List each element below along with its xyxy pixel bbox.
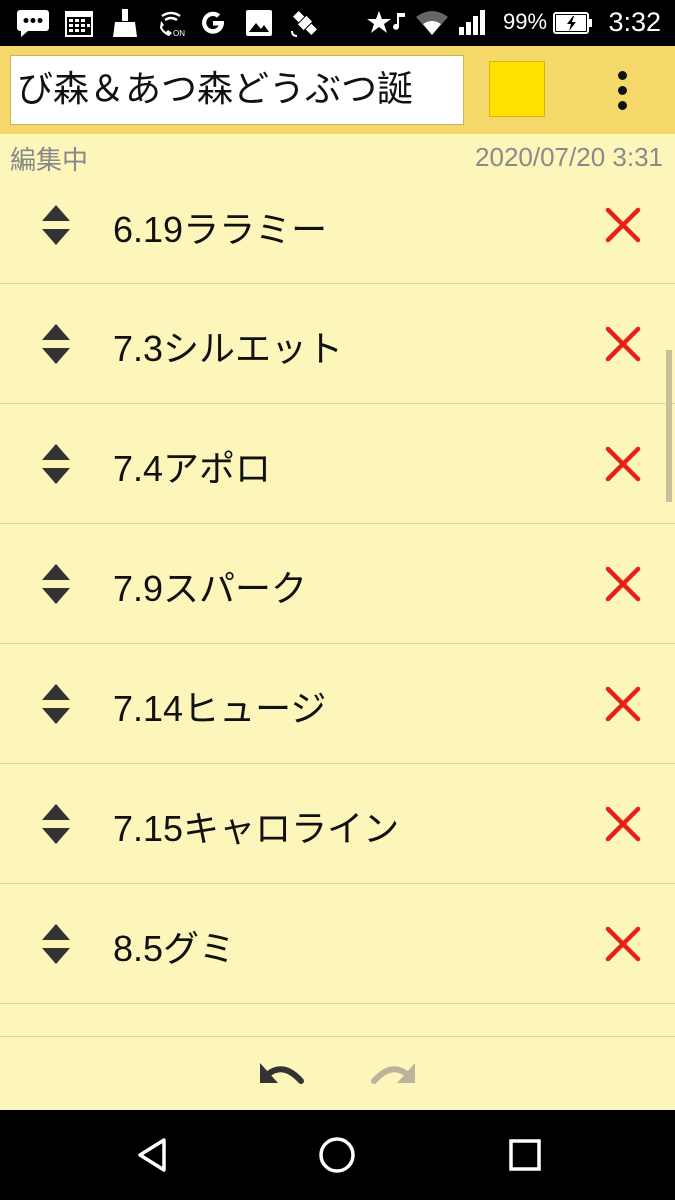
home-button[interactable]: [312, 1130, 362, 1180]
back-icon: [138, 1138, 166, 1172]
list-item[interactable]: [0, 1004, 675, 1035]
undo-button[interactable]: [257, 1057, 309, 1091]
list-item[interactable]: 7.14ヒュージ: [0, 644, 675, 764]
list-item[interactable]: 7.15キャロライン: [0, 764, 675, 884]
list-item[interactable]: 7.4アポロ: [0, 404, 675, 524]
delete-icon[interactable]: [603, 324, 643, 364]
item-number: 7.4: [113, 448, 164, 489]
drag-handle-icon[interactable]: [38, 442, 74, 486]
delete-icon[interactable]: [603, 205, 643, 245]
item-number: 7.3: [113, 328, 164, 369]
action-bar: [0, 1036, 675, 1110]
item-number: 6.19: [113, 209, 184, 250]
undo-icon: [260, 1063, 304, 1084]
drag-handle-icon[interactable]: [38, 922, 74, 966]
navigation-bar: [0, 1110, 675, 1200]
battery-percentage: 99%: [503, 9, 548, 34]
item-name: ヒュージ: [183, 689, 327, 730]
chat-icon: [14, 6, 52, 40]
satellite-icon: [288, 6, 322, 40]
list-item[interactable]: 6.19ララミー: [0, 165, 675, 284]
item-name: ララミー: [183, 210, 328, 251]
delete-icon[interactable]: [603, 924, 643, 964]
cleaner-icon: [110, 6, 140, 40]
recents-icon: [509, 1139, 541, 1171]
color-swatch-button[interactable]: [489, 61, 545, 117]
drag-handle-icon[interactable]: [38, 322, 74, 366]
wifi-calling-icon: ON: [156, 6, 186, 40]
more-vert-icon-dot: [617, 85, 627, 95]
calendar-icon: [62, 6, 96, 40]
delete-icon[interactable]: [603, 564, 643, 604]
delete-icon[interactable]: [603, 444, 643, 484]
back-button[interactable]: [128, 1130, 178, 1180]
status-bar: ON 99% 3:32: [0, 0, 675, 46]
svg-text:ON: ON: [173, 29, 185, 38]
item-number: 8.5: [113, 928, 164, 969]
item-label[interactable]: 7.9スパーク: [113, 560, 307, 612]
toolbar: び森＆あつ森どうぶつ誕: [0, 46, 675, 134]
delete-icon[interactable]: [603, 684, 643, 724]
google-icon: [198, 6, 228, 40]
signal-icon: [456, 6, 488, 40]
redo-icon: [371, 1063, 415, 1084]
item-name: スパーク: [163, 569, 308, 610]
item-name: アポロ: [163, 449, 272, 490]
more-vert-icon-dot: [617, 100, 627, 110]
list-item[interactable]: 7.3シルエット: [0, 284, 675, 404]
item-list[interactable]: 6.19ララミー 7.3シルエット 7.4アポロ 7.9スパーク 7.14ヒュージ 7.1…: [0, 165, 675, 1035]
more-options-button[interactable]: [598, 60, 646, 120]
item-label[interactable]: 6.19ララミー: [113, 201, 327, 253]
drag-handle-icon[interactable]: [38, 203, 74, 247]
clock: 3:32: [608, 7, 661, 37]
item-number: 7.9: [113, 568, 164, 609]
drag-handle-icon[interactable]: [38, 682, 74, 726]
item-name: キャロライン: [183, 809, 400, 850]
drag-handle-icon[interactable]: [38, 802, 74, 846]
item-name: グミ: [163, 929, 236, 970]
redo-button[interactable]: [366, 1057, 418, 1091]
drag-handle-icon[interactable]: [38, 562, 74, 606]
list-item[interactable]: 8.5グミ: [0, 884, 675, 1004]
battery-charging-icon: [553, 6, 593, 40]
more-vert-icon: [617, 70, 627, 80]
wifi-icon: [414, 6, 450, 40]
item-label[interactable]: 8.5グミ: [113, 920, 235, 972]
title-input[interactable]: び森＆あつ森どうぶつ誕: [10, 55, 464, 125]
star-music-icon: [366, 6, 408, 40]
item-label[interactable]: 7.14ヒュージ: [113, 680, 326, 732]
list-item[interactable]: 7.9スパーク: [0, 524, 675, 644]
delete-icon[interactable]: [603, 804, 643, 844]
item-label[interactable]: 7.3シルエット: [113, 320, 343, 372]
image-icon: [244, 6, 274, 40]
recents-button[interactable]: [500, 1130, 550, 1180]
home-icon: [319, 1137, 355, 1173]
item-label[interactable]: 7.4アポロ: [113, 440, 271, 492]
scrollbar[interactable]: [666, 350, 672, 502]
item-label[interactable]: 7.15キャロライン: [113, 800, 399, 852]
item-number: 7.14: [113, 688, 184, 729]
item-number: 7.15: [113, 808, 184, 849]
item-name: シルエット: [163, 329, 344, 370]
